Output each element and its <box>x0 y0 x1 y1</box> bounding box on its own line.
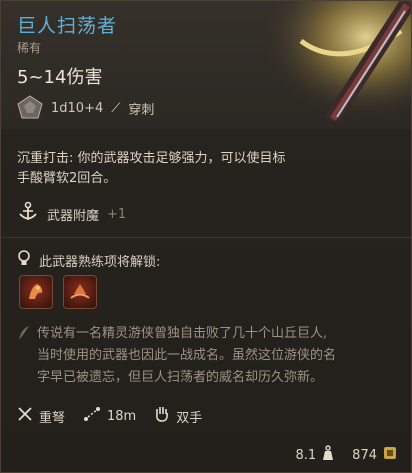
crossed-bolts-icon <box>17 406 33 426</box>
weapon-hands: 双手 <box>154 405 202 427</box>
weapon-type-label: 重弩 <box>39 410 66 426</box>
item-title: 巨人扫荡者 <box>17 15 118 37</box>
item-rarity: 稀有 <box>17 41 42 55</box>
weight-icon <box>322 445 334 465</box>
lore-text: 传说有一名精灵游侠曾独自击败了几十个山丘巨人, 当时使用的武器也因此一战成名。虽… <box>37 323 397 389</box>
lightbulb-icon <box>17 249 31 271</box>
damage-dice-row: 1d10+4 ⟋ 穿刺 <box>17 95 154 121</box>
hands-label: 双手 <box>176 410 203 426</box>
weapon-type: 重弩 <box>17 406 65 426</box>
mastery-skill-2-icon[interactable] <box>63 275 97 309</box>
weapon-properties: 重弩 18m 双手 <box>17 405 202 427</box>
gold-coin-icon <box>383 445 397 465</box>
enchant-value: +1 <box>107 206 127 222</box>
enchant-label: 武器附魔 <box>47 208 100 224</box>
range-value: 18m <box>107 408 137 424</box>
mastery-label: 此武器熟练项将解锁: <box>39 254 161 270</box>
anchor-icon <box>17 201 39 227</box>
weight-value: 8.1 <box>295 447 317 463</box>
item-tooltip: 巨人扫荡者 稀有 5~14伤害 1d10+4 ⟋ 穿刺 沉重打击: 你的武器攻击… <box>0 0 412 473</box>
lore-line-3: 字早已被遗忘，但巨人扫荡者的威名却历久弥新。 <box>37 370 324 385</box>
damage-type: 穿刺 <box>128 102 155 118</box>
piercing-icon: ⟋ <box>111 100 121 116</box>
lore-line-2: 当时使用的武器也因此一战成名。虽然这位游侠的名 <box>37 348 337 363</box>
tooltip-header: 巨人扫荡者 稀有 5~14伤害 1d10+4 ⟋ 穿刺 <box>1 1 411 129</box>
range-icon <box>83 406 101 426</box>
damage-dice: 1d10+4 <box>51 100 104 116</box>
divider <box>1 237 411 238</box>
hand-icon <box>154 405 170 427</box>
mastery-icons <box>19 275 97 309</box>
passive-line-2: 手酸臂软2回合。 <box>17 171 117 186</box>
weight-item: 8.1 <box>295 445 334 465</box>
lore-line-1: 传说有一名精灵游侠曾独自击败了几十个山丘巨人, <box>37 326 328 341</box>
enchant-row: 武器附魔 +1 <box>17 201 126 227</box>
item-damage: 5~14伤害 <box>17 67 103 88</box>
passive-line-1: 沉重打击: 你的武器攻击足够强力，可以使目标 <box>17 151 286 166</box>
tooltip-footer: 8.1 874 <box>295 445 397 465</box>
price-item: 874 <box>352 445 397 465</box>
quill-icon <box>17 325 31 345</box>
passive-description: 沉重打击: 你的武器攻击足够强力，可以使目标 手酸臂软2回合。 <box>17 149 377 189</box>
d10-dice-icon <box>17 95 43 121</box>
mastery-skill-1-icon[interactable] <box>19 275 53 309</box>
weapon-range: 18m <box>83 406 136 426</box>
mastery-header: 此武器熟练项将解锁: <box>17 249 160 271</box>
price-value: 874 <box>352 447 377 463</box>
crossbow-art-icon <box>261 1 411 121</box>
